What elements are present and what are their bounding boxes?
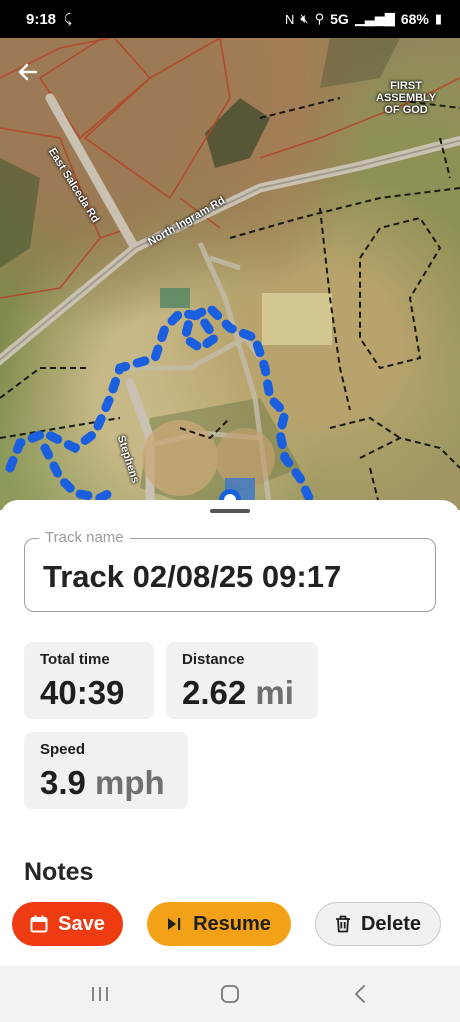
stat-total-time: Total time 40:39 — [24, 642, 154, 719]
stat-distance: Distance 2.62 mi — [166, 642, 318, 719]
stat-speed-value-group: 3.9 mph — [40, 764, 165, 802]
play-pause-icon — [168, 918, 181, 930]
resume-button[interactable]: Resume — [147, 902, 291, 946]
stat-total-time-value: 40:39 — [40, 674, 125, 711]
back-nav-button[interactable] — [340, 980, 380, 1008]
delete-button[interactable]: Delete — [315, 902, 441, 946]
stat-total-time-label: Total time — [40, 651, 110, 668]
save-button-label: Save — [58, 912, 105, 935]
delete-button-label: Delete — [360, 912, 422, 935]
place-label-line2: ASSEMBLY — [376, 92, 437, 104]
map-view[interactable]: East Salceda Rd North Ingram Rd Stephens… — [0, 38, 460, 510]
place-label-church: FIRST ASSEMBLY OF GOD — [376, 80, 436, 116]
track-name-field[interactable]: Track name Track 02/08/25 09:17 — [24, 529, 436, 612]
status-bar: 9:18 ⤹ N 🔇︎ ⚲ 5G ▁▃▅▇ 68% ▮ — [0, 0, 460, 38]
stat-distance-unit: mi — [255, 674, 294, 711]
home-button[interactable] — [210, 980, 250, 1008]
system-nav-bar — [0, 966, 460, 1022]
drag-handle[interactable] — [210, 509, 250, 513]
stat-distance-label: Distance — [182, 651, 245, 668]
track-details-sheet: Track name Track 02/08/25 09:17 Total ti… — [0, 500, 460, 966]
battery-icon: ▮ — [434, 11, 442, 26]
stat-distance-value: 2.62 — [182, 674, 247, 711]
stat-speed-unit: mph — [95, 764, 165, 801]
home-icon — [221, 985, 239, 1003]
missed-call-icon: ⤹ — [64, 11, 72, 26]
place-label-line1: FIRST — [390, 80, 422, 92]
stat-speed-label: Speed — [40, 741, 86, 758]
network-type: 5G — [330, 11, 349, 27]
save-button[interactable]: Save — [12, 902, 123, 946]
calendar-icon — [30, 915, 48, 933]
chevron-left-icon — [355, 985, 365, 1003]
track-name-label: Track name — [39, 529, 130, 546]
arrow-back-icon — [18, 63, 38, 81]
recent-apps-button[interactable] — [80, 980, 120, 1008]
mute-icon: 🔇︎ — [300, 11, 309, 26]
location-icon: ⚲ — [314, 11, 325, 26]
status-time: 9:18 — [26, 10, 57, 28]
back-button[interactable] — [18, 62, 52, 96]
trash-icon — [335, 915, 350, 933]
track-name-input[interactable]: Track 02/08/25 09:17 — [43, 559, 341, 595]
recent-apps-icon — [92, 987, 108, 1001]
battery-level: 68% — [400, 11, 429, 27]
notes-heading: Notes — [24, 858, 94, 886]
nfc-icon: N — [285, 11, 295, 27]
stat-speed: Speed 3.9 mph — [24, 732, 188, 809]
place-label-line3: OF GOD — [384, 104, 428, 116]
stat-speed-value: 3.9 — [40, 764, 86, 801]
signal-icon: ▁▃▅▇ — [354, 11, 395, 26]
resume-button-label: Resume — [193, 912, 271, 935]
stat-distance-value-group: 2.62 mi — [182, 674, 294, 712]
